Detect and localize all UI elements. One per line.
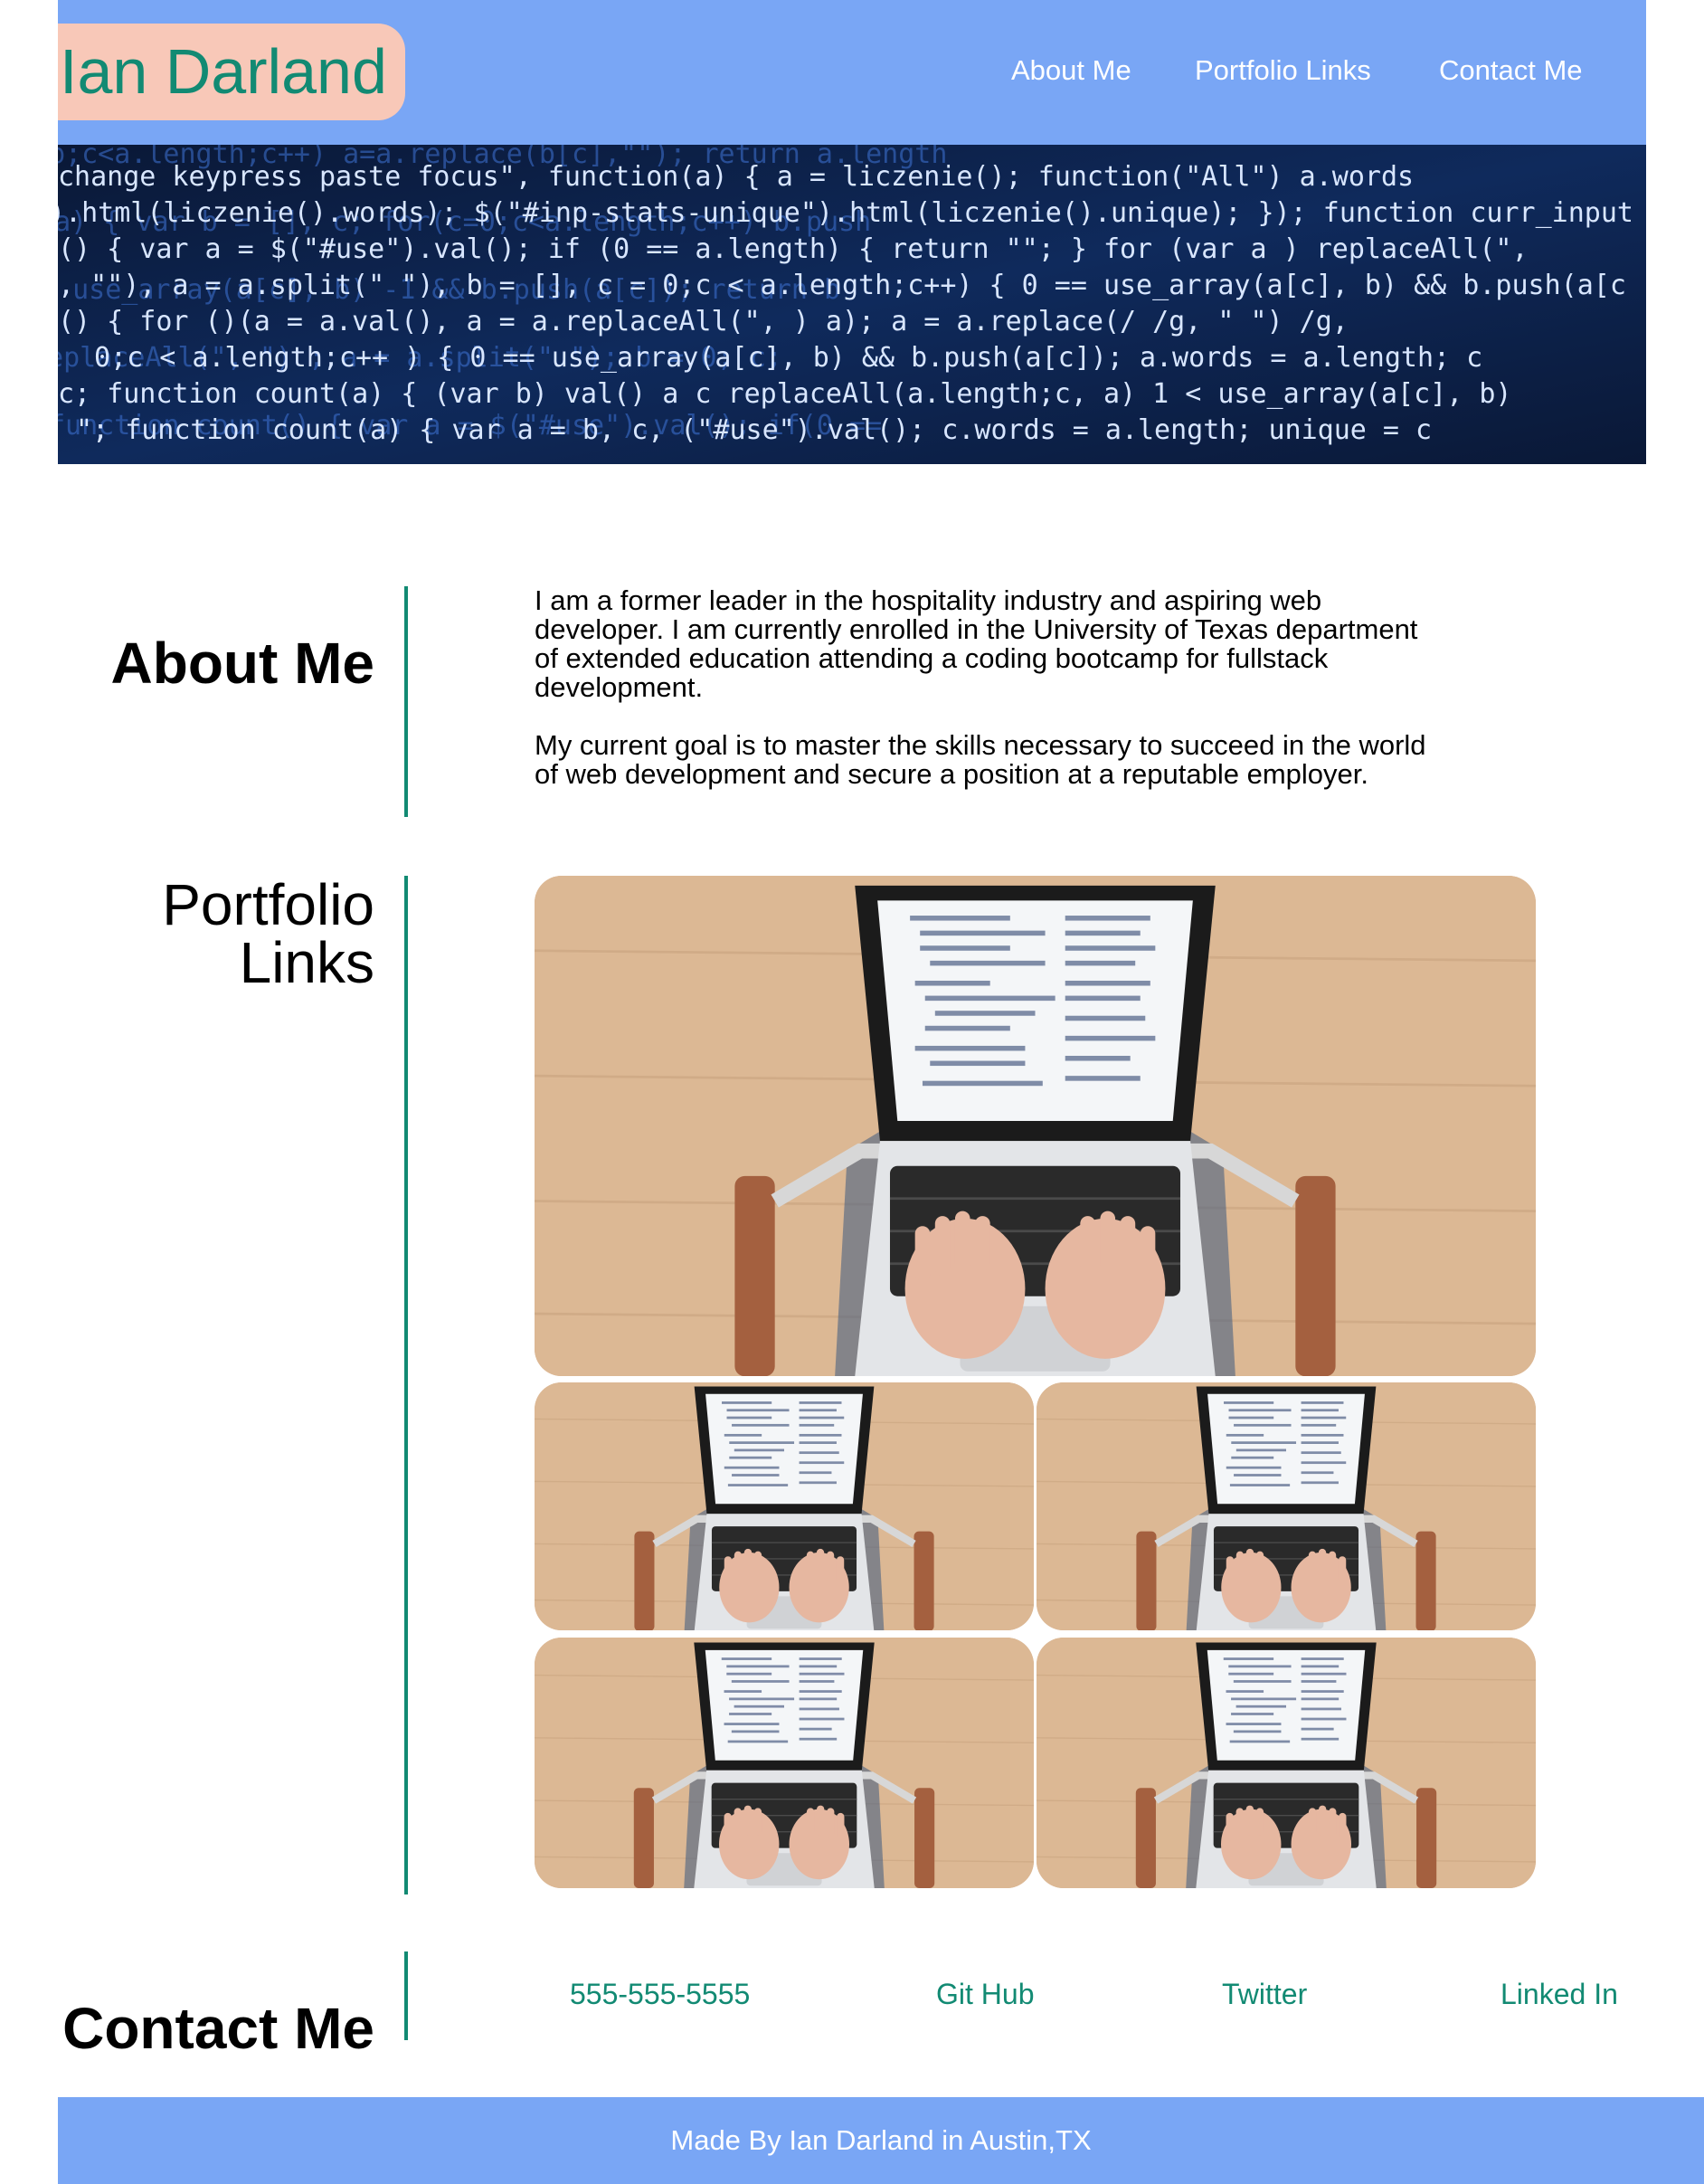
- contact-phone-link[interactable]: 555-555-5555: [570, 1978, 750, 2011]
- footer-text: Made By Ian Darland in Austin,TX: [670, 2124, 1092, 2156]
- svg-text:"; function count(a) { var a =: "; function count(a) { var a = b, c, ("#…: [76, 414, 1432, 446]
- portfolio-heading-line-2: Links: [239, 930, 374, 995]
- contact-heading: Contact Me: [62, 1996, 374, 2062]
- nav-contact-me[interactable]: Contact Me: [1439, 54, 1583, 87]
- hero-code-banner: b;c<a.length;c++) a=a.replace(b[c],""); …: [58, 145, 1646, 464]
- svg-text:c; function count(a) { (var b): c; function count(a) { (var b) val() a c…: [58, 378, 1511, 410]
- contact-linkedin-link[interactable]: Linked In: [1500, 1978, 1618, 2011]
- laptop-coding-image: [1037, 1638, 1536, 1888]
- svg-text:change keypress paste focus",: change keypress paste focus", function(a…: [58, 161, 1414, 193]
- svg-text:).html(liczenie().words); $("#: ).html(liczenie().words); $("#inp-stats-…: [58, 197, 1633, 229]
- site-title[interactable]: Ian Darland: [58, 24, 405, 120]
- about-paragraph-1: I am a former leader in the hospitality …: [535, 584, 1418, 703]
- about-divider: [404, 586, 408, 817]
- laptop-coding-image: [535, 876, 1536, 1376]
- portfolio-heading-line-1: Portfolio: [162, 872, 374, 937]
- portfolio-item-4[interactable]: [535, 1638, 1034, 1888]
- nav-portfolio-links[interactable]: Portfolio Links: [1195, 54, 1371, 87]
- about-heading: About Me: [110, 631, 375, 697]
- about-text: I am a former leader in the hospitality …: [535, 586, 1439, 818]
- site-footer: Made By Ian Darland in Austin,TX: [58, 2097, 1704, 2184]
- contact-divider: [404, 1951, 408, 2040]
- svg-text:, ""), a = a.split(" "), b = [: , ""), a = a.split(" "), b = [], c = 0;c…: [58, 270, 1626, 301]
- laptop-coding-image: [1037, 1382, 1536, 1630]
- portfolio-item-5[interactable]: [1037, 1638, 1536, 1888]
- about-paragraph-2: My current goal is to master the skills …: [535, 729, 1426, 790]
- nav-about-me[interactable]: About Me: [1011, 54, 1131, 87]
- laptop-coding-image: [535, 1382, 1034, 1630]
- portfolio-heading: Portfolio Links: [162, 876, 374, 992]
- laptop-coding-image: [535, 1638, 1034, 1888]
- site-header: Ian Darland About Me Portfolio Links Con…: [58, 0, 1646, 145]
- contact-twitter-link[interactable]: Twitter: [1222, 1978, 1307, 2011]
- portfolio-divider: [404, 876, 408, 1894]
- portfolio-item-1[interactable]: [535, 876, 1536, 1376]
- portfolio-item-2[interactable]: [535, 1382, 1034, 1630]
- portfolio-item-3[interactable]: [1037, 1382, 1536, 1630]
- svg-text:0;c < a.length;c++ ) { 0 == us: 0;c < a.length;c++ ) { 0 == use_array(a[…: [94, 342, 1482, 374]
- contact-github-link[interactable]: Git Hub: [936, 1978, 1034, 2011]
- svg-text:() { var a = $("#use").val();: () { var a = $("#use").val(); if (0 == a…: [58, 233, 1529, 265]
- svg-text:() { for ()(a = a.val(), a = a: () { for ()(a = a.val(), a = a.replaceAl…: [58, 306, 1349, 337]
